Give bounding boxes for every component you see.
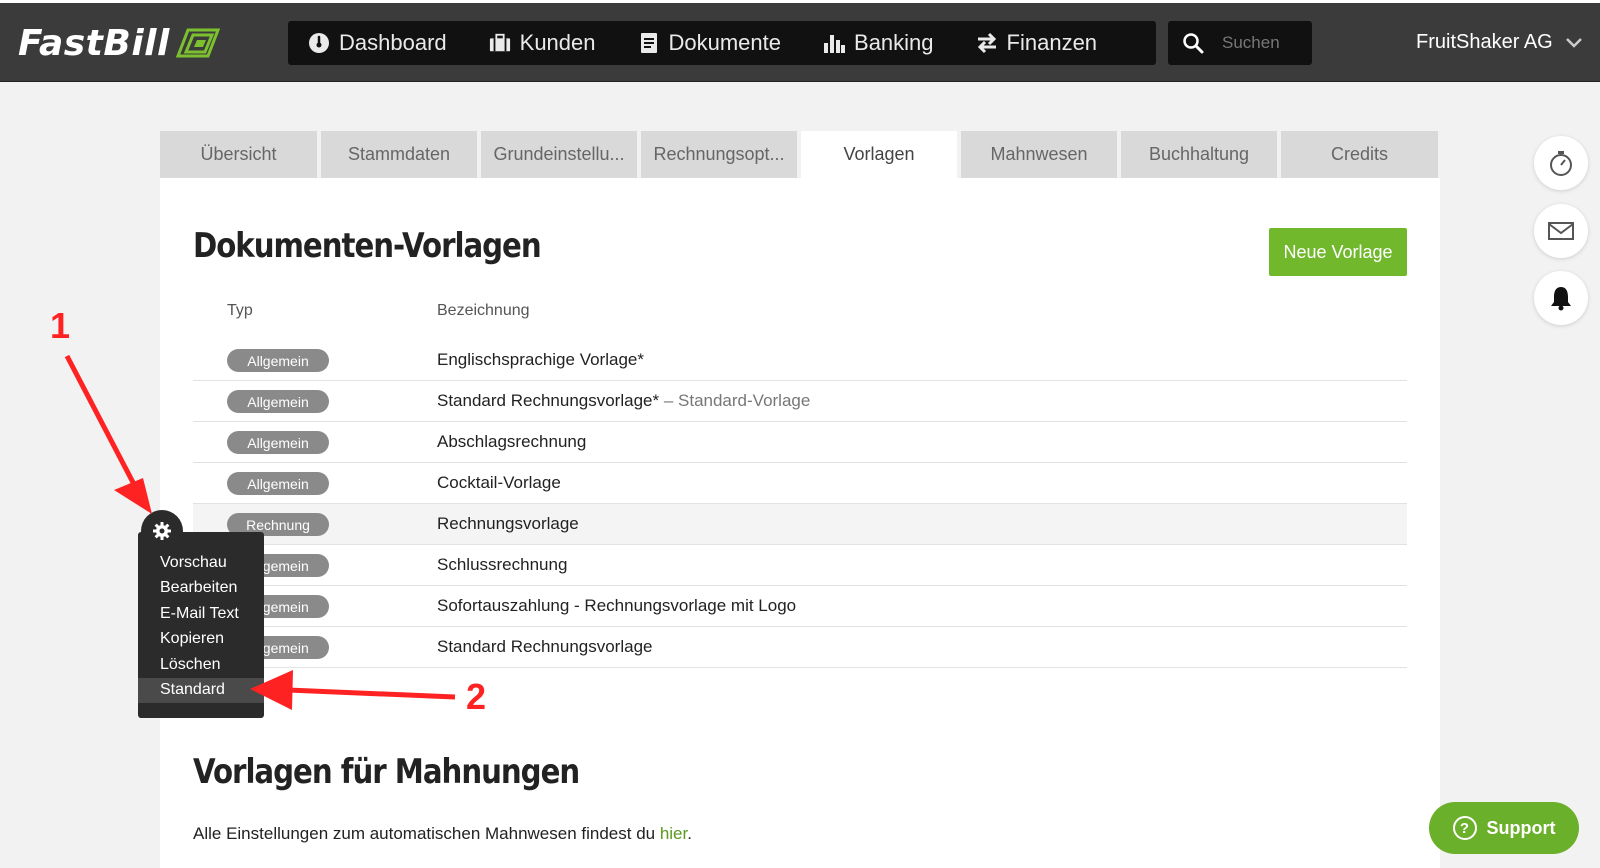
default-template-label: – Standard-Vorlage: [659, 391, 811, 410]
logo-text: FastBill: [18, 22, 170, 64]
search-box: [1168, 21, 1312, 65]
table-row[interactable]: Allgemein Standard Rechnungsvorlage* – S…: [193, 381, 1407, 422]
tab-stammdaten[interactable]: Stammdaten: [321, 131, 477, 178]
company-switcher[interactable]: FruitShaker AG: [1416, 31, 1583, 54]
type-badge: Allgemein: [227, 349, 329, 372]
notifications-button[interactable]: [1534, 271, 1588, 325]
template-name: Standard Rechnungsvorlage* – Standard-Vo…: [437, 391, 811, 410]
fastbill-logo[interactable]: FastBill: [18, 21, 222, 65]
menu-item-vorschau[interactable]: Vorschau: [138, 550, 264, 576]
template-name: Cocktail-Vorlage: [437, 473, 561, 492]
gear-icon: [153, 522, 171, 540]
speedometer-icon: [308, 32, 330, 54]
row-actions-menu: Vorschau Bearbeiten E-Mail Text Kopieren…: [138, 532, 264, 718]
support-button[interactable]: ? Support: [1429, 802, 1579, 854]
table-row[interactable]: Allgemein Abschlagsrechnung: [193, 422, 1407, 463]
transfer-arrows-icon: [976, 32, 998, 54]
menu-item-bearbeiten[interactable]: Bearbeiten: [138, 576, 264, 602]
type-badge: Allgemein: [227, 390, 329, 413]
section-title-dunning: Vorlagen für Mahnungen: [193, 752, 580, 792]
briefcase-icon: [489, 32, 511, 54]
main-navigation: Dashboard Kunden Dokumente Banking Finan…: [288, 21, 1156, 65]
nav-label: Finanzen: [1006, 30, 1098, 55]
content-card: Dokumenten-Vorlagen Neue Vorlage Typ Bez…: [160, 178, 1440, 868]
menu-item-standard[interactable]: Standard: [138, 677, 264, 703]
menu-item-email-text[interactable]: E-Mail Text: [138, 601, 264, 627]
nav-label: Banking: [854, 30, 934, 55]
bar-chart-icon: [823, 32, 846, 54]
tab-buchhaltung[interactable]: Buchhaltung: [1121, 131, 1277, 178]
dunning-settings-link[interactable]: hier: [660, 824, 687, 843]
tab-rechnungsoptionen[interactable]: Rechnungsopt...: [641, 131, 797, 178]
top-bar: FastBill Dashboard Kunden Dokumente Bank…: [0, 0, 1600, 82]
nav-finanzen[interactable]: Finanzen: [976, 30, 1098, 56]
template-name: Schlussrechnung: [437, 555, 568, 574]
type-badge: Allgemein: [227, 472, 329, 495]
settings-tabs: Übersicht Stammdaten Grundeinstellu... R…: [160, 131, 1440, 178]
menu-item-loeschen[interactable]: Löschen: [138, 652, 264, 678]
search-input[interactable]: [1222, 33, 1306, 53]
question-icon: ?: [1452, 816, 1477, 840]
page-title: Dokumenten-Vorlagen: [193, 226, 542, 266]
search-icon[interactable]: [1182, 32, 1204, 54]
messages-button[interactable]: [1534, 204, 1588, 258]
stopwatch-icon: [1550, 151, 1572, 176]
new-template-button[interactable]: Neue Vorlage: [1269, 228, 1407, 276]
nav-label: Dokumente: [668, 30, 782, 55]
bell-icon: [1551, 287, 1571, 311]
tab-vorlagen[interactable]: Vorlagen: [801, 131, 957, 178]
nav-banking[interactable]: Banking: [823, 30, 934, 56]
annotation-marker-1: 1: [50, 305, 71, 346]
dunning-info-text: Alle Einstellungen zum automatischen Mah…: [193, 824, 692, 843]
template-name: Rechnungsvorlage: [437, 514, 579, 533]
template-name: Sofortauszahlung - Rechnungsvorlage mit …: [437, 596, 797, 615]
template-name: Abschlagsrechnung: [437, 432, 587, 451]
row-actions-toggle[interactable]: [141, 510, 183, 552]
timer-button[interactable]: [1534, 136, 1588, 190]
nav-label: Kunden: [519, 30, 596, 55]
table-row[interactable]: Rechnung Rechnungsvorlage: [193, 504, 1407, 545]
document-icon: [638, 32, 660, 54]
annotation-arrow-1-line: [64, 354, 141, 494]
nav-dokumente[interactable]: Dokumente: [638, 30, 782, 56]
type-badge: Allgemein: [227, 431, 329, 454]
table-row[interactable]: Allgemein Schlussrechnung: [193, 545, 1407, 586]
nav-dashboard[interactable]: Dashboard: [308, 30, 447, 56]
table-row[interactable]: Allgemein Sofortauszahlung - Rechnungsvo…: [193, 586, 1407, 627]
logo-mark-icon: [175, 28, 221, 58]
company-name: FruitShaker AG: [1416, 31, 1553, 53]
table-row[interactable]: Allgemein Englischsprachige Vorlage*: [193, 340, 1407, 381]
menu-item-kopieren[interactable]: Kopieren: [138, 627, 264, 653]
table-row[interactable]: Allgemein Cocktail-Vorlage: [193, 463, 1407, 504]
mail-icon: [1548, 222, 1574, 240]
tab-grundeinstellungen[interactable]: Grundeinstellu...: [481, 131, 637, 178]
template-name: Standard Rechnungsvorlage: [437, 637, 653, 656]
column-header-name: Bezeichnung: [437, 302, 530, 319]
nav-kunden[interactable]: Kunden: [489, 30, 596, 56]
templates-table: Allgemein Englischsprachige Vorlage* All…: [193, 340, 1407, 668]
support-label: Support: [1486, 817, 1556, 838]
column-header-type: Typ: [227, 302, 253, 319]
annotation-arrow-1-head: [114, 478, 152, 514]
tab-mahnwesen[interactable]: Mahnwesen: [961, 131, 1117, 178]
tab-credits[interactable]: Credits: [1281, 131, 1438, 178]
chevron-down-icon: [1565, 37, 1582, 48]
nav-label: Dashboard: [339, 30, 447, 55]
annotation-marker-2: 2: [466, 676, 487, 717]
template-name: Englischsprachige Vorlage*: [437, 350, 644, 369]
table-row[interactable]: Allgemein Standard Rechnungsvorlage: [193, 627, 1407, 668]
tab-uebersicht[interactable]: Übersicht: [160, 131, 317, 178]
